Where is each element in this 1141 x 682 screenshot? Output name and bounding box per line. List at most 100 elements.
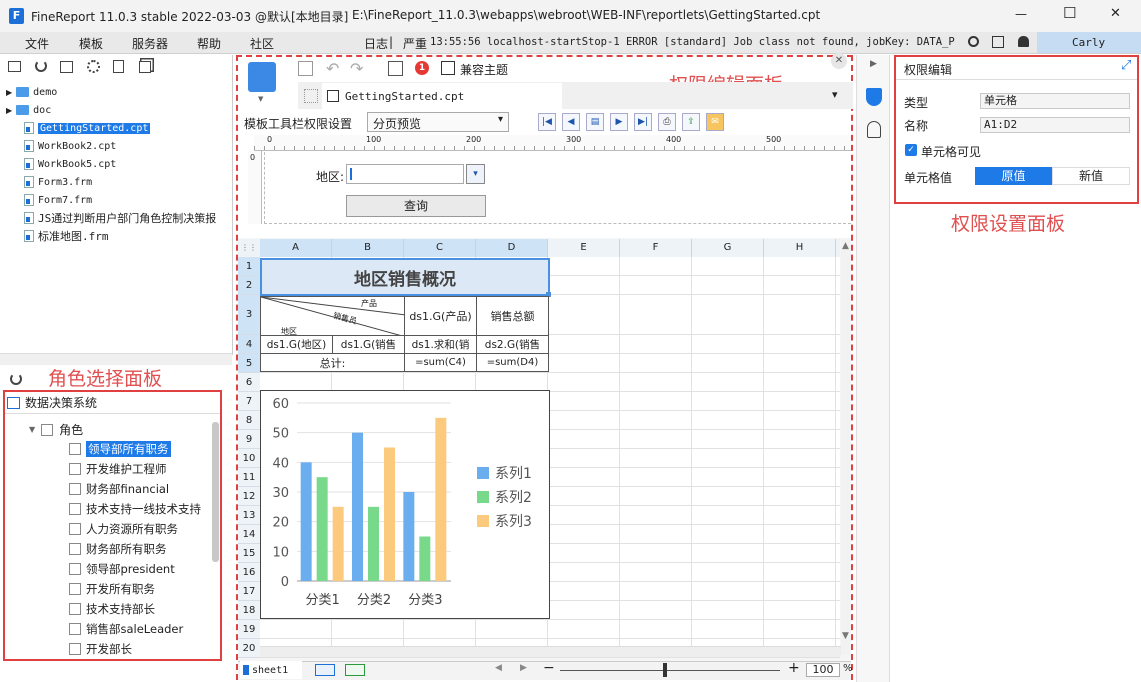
export-icon[interactable]: ⇪ (682, 113, 700, 131)
cell-c3[interactable]: ds1.G(产品) (404, 296, 477, 336)
first-page-icon[interactable]: |◀ (538, 113, 556, 131)
column-header[interactable]: H (764, 239, 836, 257)
log-button[interactable]: 日志 (364, 35, 388, 52)
delete-icon[interactable] (113, 60, 124, 73)
maximize-button[interactable]: ☐ (1063, 4, 1076, 22)
template-type-dropdown-icon[interactable]: ▼ (258, 95, 263, 103)
print-icon[interactable]: ⎙ (658, 113, 676, 131)
tree-item-demo[interactable]: ▶ demo (6, 84, 57, 100)
row-header[interactable]: 2 (238, 276, 260, 295)
role-item[interactable]: 销售部saleLeader (69, 620, 183, 638)
row-header[interactable]: 20 (238, 639, 260, 658)
row-header[interactable]: 6 (238, 373, 260, 392)
row-header[interactable]: 19 (238, 620, 260, 639)
role-checkbox[interactable] (69, 503, 81, 515)
role-item[interactable]: 开发部长 (69, 640, 132, 658)
role-root[interactable]: ▼ 角色 (29, 421, 83, 438)
region-dropdown-icon[interactable]: ▾ (466, 164, 485, 184)
row-header[interactable]: 12 (238, 487, 260, 506)
editor-close-icon[interactable]: ✕ (831, 53, 847, 69)
column-header[interactable]: F (620, 239, 692, 257)
copy-icon[interactable] (139, 61, 151, 73)
scroll-up-icon[interactable]: ▲ (842, 241, 849, 251)
user-icon[interactable] (867, 121, 881, 138)
horizontal-scrollbar[interactable] (260, 646, 841, 657)
new-folder-icon[interactable] (8, 61, 21, 72)
email-icon[interactable]: ✉ (706, 113, 724, 131)
role-scrollbar[interactable] (212, 422, 219, 562)
tab-gettingstarted[interactable]: GettingStarted.cpt (322, 83, 562, 109)
column-header[interactable]: E (548, 239, 620, 257)
role-checkbox[interactable] (69, 443, 81, 455)
column-header[interactable]: C (404, 239, 476, 257)
add-report-sheet-icon[interactable] (315, 664, 335, 676)
row-header[interactable]: 5 (238, 354, 260, 373)
system-row[interactable]: 数据决策系统 (5, 392, 220, 414)
tree-item-form3[interactable]: Form3.frm (24, 174, 92, 190)
sheet-tab[interactable]: sheet1 (240, 661, 302, 679)
cell-visible-checkbox[interactable]: ✓ (905, 144, 917, 156)
preview-mode-select[interactable]: 分页预览 ▾ (367, 112, 509, 132)
refresh-icon[interactable] (35, 60, 47, 72)
role-item[interactable]: 技术支持部长 (69, 600, 155, 618)
cell-d5[interactable]: =sum(D4) (476, 353, 549, 372)
role-item[interactable]: 领导部所有职务 (69, 440, 171, 458)
row-header[interactable]: 1 (238, 257, 260, 276)
theme-icon[interactable] (441, 61, 455, 75)
zoom-out-button[interactable]: − (543, 660, 555, 676)
compat-theme-button[interactable]: 兼容主题 (460, 61, 508, 78)
slash-header-cell[interactable]: 产品 销售员 地区 (260, 296, 405, 336)
row-header[interactable]: 3 (238, 295, 260, 335)
cell-b4[interactable]: ds1.G(销售 (332, 335, 405, 354)
segment-original[interactable]: 原值 (975, 167, 1052, 185)
role-item[interactable]: 开发维护工程师 (69, 460, 167, 478)
menu-community[interactable]: 社区 (250, 35, 274, 52)
cell-c5[interactable]: =sum(C4) (404, 353, 477, 372)
sheet-right-icon[interactable]: ▶ (520, 663, 527, 673)
role-checkbox[interactable] (69, 543, 81, 555)
segment-new[interactable]: 新值 (1052, 167, 1130, 185)
menu-file[interactable]: 文件 (25, 35, 49, 52)
row-header[interactable]: 16 (238, 563, 260, 582)
row-header[interactable]: 9 (238, 430, 260, 449)
scroll-down-icon[interactable]: ▼ (842, 631, 849, 641)
next-page-icon[interactable]: ▶ (610, 113, 628, 131)
column-header[interactable]: D (476, 239, 548, 257)
role-checkbox[interactable] (69, 523, 81, 535)
menu-server[interactable]: 服务器 (132, 35, 168, 52)
last-page-icon[interactable]: ▶| (634, 113, 652, 131)
role-item[interactable]: 人力资源所有职务 (69, 520, 178, 538)
role-checkbox[interactable] (69, 643, 81, 655)
tree-item-doc[interactable]: ▶ doc (6, 102, 51, 118)
tree-item-form7[interactable]: Form7.frm (24, 192, 92, 208)
minimize-button[interactable]: — (1015, 7, 1027, 21)
role-checkbox[interactable] (69, 463, 81, 475)
prev-page-icon[interactable]: ◀ (562, 113, 580, 131)
collapse-right-icon[interactable]: ▶ (870, 59, 877, 69)
tree-item-js[interactable]: JS通过判断用户部门角色控制决策报 (24, 210, 229, 226)
search-icon[interactable] (968, 36, 979, 47)
cell-d3[interactable]: 销售总额 (476, 296, 549, 336)
row-header[interactable]: 14 (238, 525, 260, 544)
grid-menu-icon[interactable] (304, 89, 318, 103)
template-icon[interactable] (60, 61, 73, 73)
role-checkbox[interactable] (69, 583, 81, 595)
close-button[interactable]: ✕ (1110, 6, 1121, 21)
role-item[interactable]: 技术支持一线技术支持 (69, 500, 201, 518)
row-header[interactable]: 17 (238, 582, 260, 601)
row-header[interactable]: 8 (238, 411, 260, 430)
zoom-slider-thumb[interactable] (663, 663, 667, 677)
role-item[interactable]: 领导部president (69, 560, 175, 578)
role-checkbox[interactable] (69, 563, 81, 575)
role-checkbox[interactable] (69, 603, 81, 615)
menu-template[interactable]: 模板 (79, 35, 103, 52)
row-header[interactable]: 13 (238, 506, 260, 525)
role-item[interactable]: 开发所有职务 (69, 580, 155, 598)
role-item[interactable]: 财务部financial (69, 480, 169, 498)
role-checkbox[interactable] (69, 623, 81, 635)
row-header[interactable]: 10 (238, 449, 260, 468)
undo-icon[interactable]: ↶ (326, 59, 339, 78)
cell-c4[interactable]: ds1.求和(销 (404, 335, 477, 354)
cell-a4[interactable]: ds1.G(地区) (260, 335, 333, 354)
query-button[interactable]: 查询 (346, 195, 486, 217)
